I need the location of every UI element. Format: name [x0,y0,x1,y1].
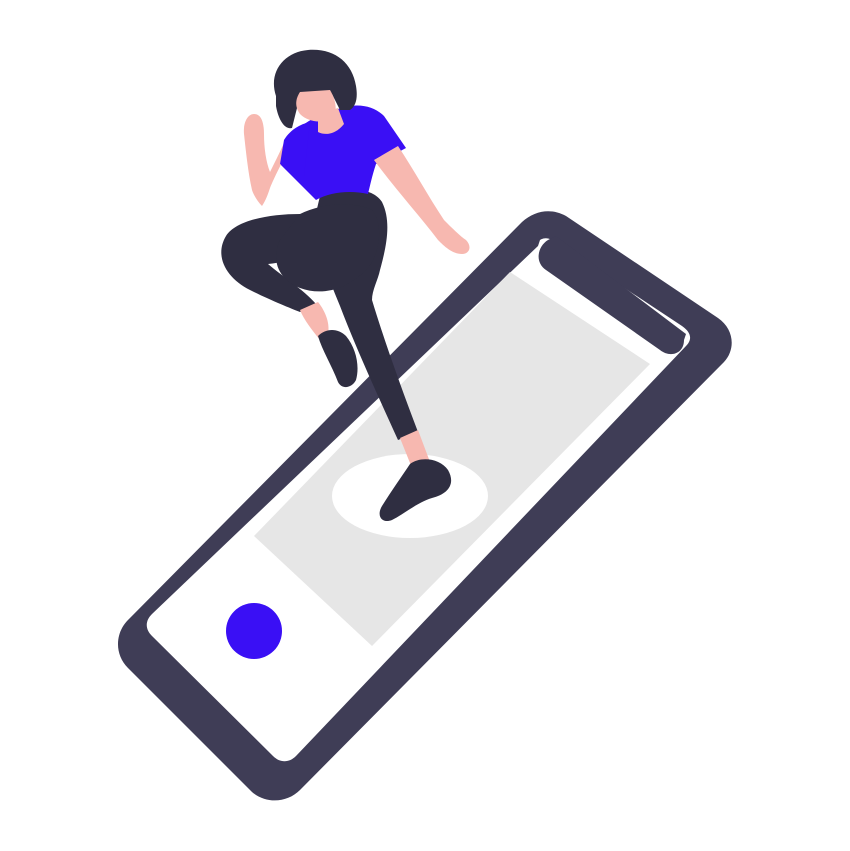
illustration-scene [0,0,850,851]
illustration-svg [117,49,732,801]
phone-home-button [226,603,282,659]
right-arm [374,146,470,254]
face [296,90,336,122]
raised-leg-shoe [318,330,358,388]
smartphone [117,211,732,801]
